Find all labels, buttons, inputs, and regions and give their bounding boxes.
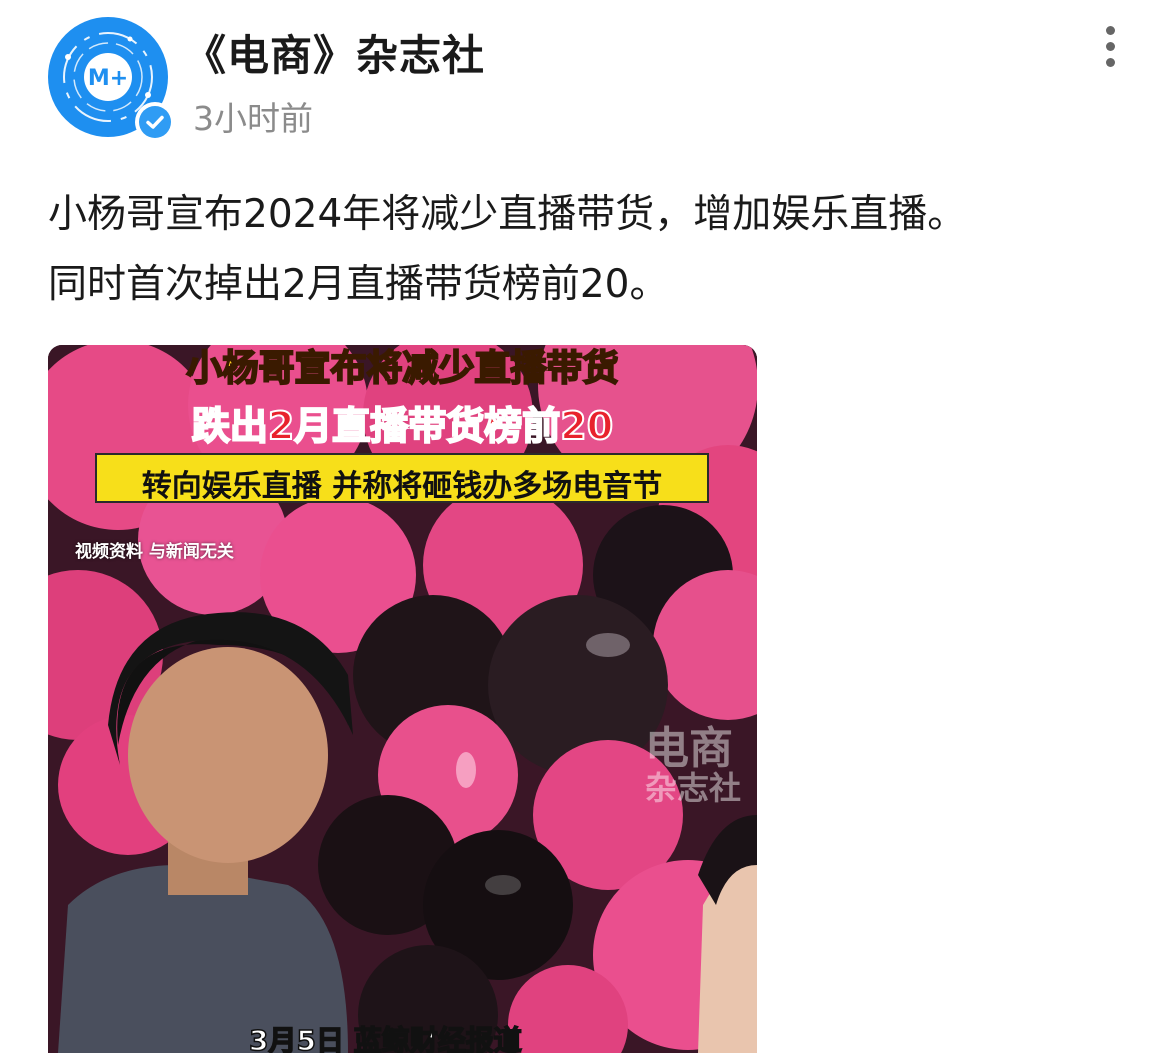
avatar-mark: M+ — [88, 66, 128, 91]
feed-post: M+ 《电商》杂志社 3小时前 小杨哥宣布2024年将减少直播带货，增加娱乐直播… — [0, 0, 1170, 1053]
video-caption-banner-text: 转向娱乐直播 并称将砸钱办多场电音节 — [141, 469, 663, 504]
verified-badge — [135, 102, 175, 142]
video-frame-image — [48, 345, 757, 1053]
video-caption-title: 小杨哥宣布将减少直播带货 — [185, 347, 619, 390]
post-timestamp: 3小时前 — [193, 99, 313, 138]
video-caption-subtitle: 跌出2月直播带货榜前20 — [191, 403, 614, 449]
verified-check-icon — [139, 106, 171, 138]
post-text: 小杨哥宣布2024年将减少直播带货，增加娱乐直播。 同时首次掉出2月直播带货榜前… — [48, 180, 1128, 320]
video-bottom-caption: 3月5日 蓝鲸财经报道 — [248, 1023, 522, 1053]
more-vertical-icon — [1106, 26, 1115, 35]
more-options-button[interactable] — [1092, 22, 1132, 72]
watermark-subtitle: 杂志社 — [645, 769, 742, 807]
post-media-video[interactable]: 小杨哥宣布将减少直播带货 跌出2月直播带货榜前20 转向娱乐直播 并称将砸钱办多… — [48, 345, 757, 1053]
post-text-line: 同时首次掉出2月直播带货榜前20。 — [48, 262, 669, 307]
video-caption-banner: 转向娱乐直播 并称将砸钱办多场电音节 — [95, 453, 709, 504]
post-text-line: 小杨哥宣布2024年将减少直播带货，增加娱乐直播。 — [48, 192, 967, 237]
account-name[interactable]: 《电商》杂志社 — [184, 22, 485, 83]
video-disclaimer: 视频资料 与新闻无关 — [75, 542, 234, 562]
